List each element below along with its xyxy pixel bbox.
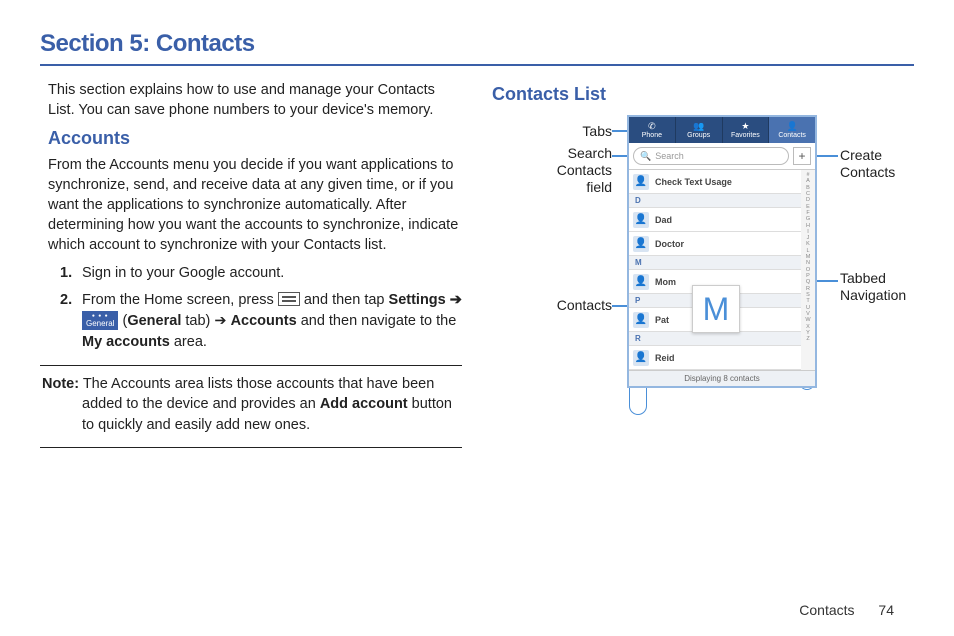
section-title: Section 5: Contacts: [40, 30, 914, 58]
accounts-label: Accounts: [231, 313, 297, 329]
contacts-diagram: Tabs Search Contacts field Contacts Crea…: [492, 115, 914, 455]
leader-tabbed: [814, 280, 838, 282]
arrow-1: ➔: [450, 292, 462, 308]
callout-search: Search Contacts field: [492, 145, 612, 195]
phone-tabs-bar: ✆Phone 👥Groups ★Favorites 👤Contacts: [629, 117, 815, 143]
avatar: 👤: [633, 236, 649, 252]
step-2-text-f: area.: [170, 334, 207, 350]
step-1-text: Sign in to your Google account.: [82, 265, 284, 281]
callout-tabbed-nav: Tabbed Navigation: [840, 270, 906, 304]
add-contact-button[interactable]: +: [793, 147, 811, 165]
left-column: This section explains how to use and man…: [40, 80, 462, 456]
contact-list: 👤Check Text Usage D 👤Dad 👤Doctor M 👤Mom …: [629, 170, 801, 370]
footer-chapter: Contacts: [799, 602, 854, 618]
tab-phone-label: Phone: [642, 132, 662, 139]
contacts-list-heading: Contacts List: [492, 84, 914, 105]
tab-contacts-label: Contacts: [778, 132, 806, 139]
row-name: Pat: [655, 315, 669, 325]
phone-search-row: 🔍 Search +: [629, 143, 815, 170]
menu-icon: [278, 292, 300, 306]
index-preview-letter: M: [692, 285, 740, 333]
note-rule-bottom: [40, 447, 462, 448]
footer-page: 74: [878, 602, 894, 618]
search-placeholder: Search: [655, 151, 684, 161]
row-name: Mom: [655, 277, 676, 287]
person-icon: 👤: [787, 122, 798, 131]
section-header: R: [629, 332, 801, 346]
callout-tabs: Tabs: [492, 123, 612, 140]
general-tab-icon: General: [82, 311, 118, 330]
row-name: Dad: [655, 215, 672, 225]
intro-text: This section explains how to use and man…: [40, 80, 462, 120]
avatar: 👤: [633, 174, 649, 190]
note-rule-top: [40, 365, 462, 366]
avatar: 👤: [633, 312, 649, 328]
accounts-para: From the Accounts menu you decide if you…: [40, 155, 462, 255]
tab-favorites-label: Favorites: [731, 132, 760, 139]
star-icon: ★: [741, 122, 749, 131]
tab-groups[interactable]: 👥Groups: [676, 117, 723, 143]
search-icon: 🔍: [640, 151, 651, 162]
list-item[interactable]: 👤 Check Text Usage: [629, 170, 801, 194]
phone-icon: ✆: [648, 122, 656, 131]
search-input[interactable]: 🔍 Search: [633, 147, 789, 165]
tab-groups-label: Groups: [687, 132, 710, 139]
section-header: D: [629, 194, 801, 208]
settings-label: Settings: [389, 292, 446, 308]
row-name: Reid: [655, 353, 675, 363]
tab-favorites[interactable]: ★Favorites: [723, 117, 770, 143]
index-char: Z: [806, 336, 809, 342]
title-rule: [40, 64, 914, 66]
note-label: Note:: [42, 376, 79, 392]
add-account-label: Add account: [320, 396, 408, 412]
status-bar: Displaying 8 contacts: [629, 370, 815, 386]
step-1: 1. Sign in to your Google account.: [60, 263, 462, 284]
accounts-heading: Accounts: [48, 128, 462, 149]
row-name: Doctor: [655, 239, 684, 249]
section-header: M: [629, 256, 801, 270]
phone-mock: ✆Phone 👥Groups ★Favorites 👤Contacts 🔍 Se…: [627, 115, 817, 388]
alpha-index[interactable]: # A B C D E F G H I J K L M N: [801, 170, 815, 370]
tab-contacts[interactable]: 👤Contacts: [769, 117, 815, 143]
step-2-text-b: and then tap: [304, 292, 389, 308]
step-2-text-e: and then navigate to the: [301, 313, 457, 329]
step-2-text-d: tab) ➔: [181, 313, 230, 329]
page-footer: Contacts 74: [799, 602, 894, 618]
general-tab-label: General: [127, 313, 181, 329]
callout-contacts: Contacts: [492, 297, 612, 314]
step-2-text-a: From the Home screen, press: [82, 292, 278, 308]
callout-create: Create Contacts: [840, 147, 895, 181]
right-column: Contacts List Tabs Search Contacts field…: [492, 80, 914, 456]
list-item[interactable]: 👤 Dad: [629, 208, 801, 232]
note-text: Note: The Accounts area lists those acco…: [40, 374, 462, 435]
step-2: 2. From the Home screen, press and then …: [60, 290, 462, 353]
avatar: 👤: [633, 212, 649, 228]
avatar: 👤: [633, 274, 649, 290]
list-item[interactable]: 👤 Doctor: [629, 232, 801, 256]
list-item[interactable]: 👤 Reid: [629, 346, 801, 370]
groups-icon: 👥: [693, 122, 704, 131]
row-name: Check Text Usage: [655, 177, 732, 187]
avatar: 👤: [633, 350, 649, 366]
tab-phone[interactable]: ✆Phone: [629, 117, 676, 143]
my-accounts-label: My accounts: [82, 334, 170, 350]
